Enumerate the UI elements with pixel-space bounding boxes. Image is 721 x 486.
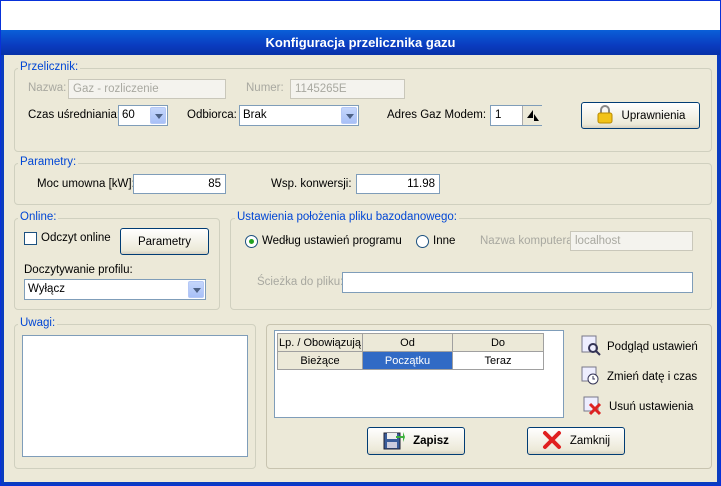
top-strip [1,1,720,30]
zapisz-button[interactable]: Zapisz [367,427,465,455]
doczyt-select[interactable]: Wyłącz [24,279,206,300]
komputer-field[interactable]: localhost [570,231,693,251]
numer-label: Numer: [246,82,284,94]
moc-label: Moc umowna [kW]: [37,178,135,190]
window-edge-right [717,55,720,485]
usun-label: Usuń ustawienia [609,400,694,413]
parametry-button[interactable]: Parametry [120,228,209,255]
sciezka-label: Ścieżka do pliku: [257,276,344,288]
spinner-arrows-icon[interactable] [522,106,542,125]
usun-button[interactable]: Usuń ustawienia [581,394,693,419]
parametry-group-label: Parametry: [18,156,79,168]
save-icon [383,430,406,453]
czas-value: 60 [122,109,135,121]
baza-group-label: Ustawienia położenia pliku bazodanowego: [235,211,459,223]
nazwa-field[interactable]: Gaz - rozliczenie [68,79,226,99]
col-header: Do [452,333,544,352]
czas-label: Czas uśredniania: [28,109,121,121]
table-cell[interactable]: Teraz [452,351,544,370]
chevron-down-icon[interactable] [341,107,357,124]
radio-inne-label: Inne [433,235,456,247]
radio-program-label: Według ustawień programu [262,235,402,247]
odbiorca-label: Odbiorca: [187,109,237,121]
odbiorca-value: Brak [243,109,267,121]
table-header-row: Lp. / Obowiązują Od Do [277,333,544,352]
adres-value: 1 [495,109,502,121]
odbiorca-select[interactable]: Brak [239,105,359,126]
zmien-button[interactable]: Zmień datę i czas [579,364,697,389]
uprawnienia-label: Uprawnienia [621,109,686,122]
online-group-label: Online: [18,211,59,223]
zapisz-label: Zapisz [413,435,449,447]
moc-field[interactable]: 85 [133,174,226,194]
table-cell[interactable]: Bieżące [277,351,363,370]
podglad-label: Podgląd ustawień [607,340,698,353]
nazwa-label: Nazwa: [28,82,67,94]
window-edge-bottom [1,482,720,485]
wsp-label: Wsp. konwersji: [271,178,352,190]
window-edge-left [1,55,4,485]
radio-inne[interactable] [416,235,429,248]
sciezka-field[interactable] [342,272,693,293]
preview-settings-icon [579,334,601,359]
uprawnienia-button[interactable]: Uprawnienia [581,102,700,129]
adres-label: Adres Gaz Modem: [387,109,487,121]
czas-select[interactable]: 60 [118,105,168,126]
chevron-down-icon[interactable] [188,281,204,298]
uwagi-group-label: Uwagi: [18,317,58,329]
main-window: Konfiguracja przelicznika gazu Przeliczn… [0,0,721,486]
zamknij-button[interactable]: Zamknij [527,427,625,455]
odczyt-label: Odczyt online [41,232,111,244]
wsp-field[interactable]: 11.98 [356,174,440,194]
zmien-label: Zmień datę i czas [607,370,698,383]
title-bar: Konfiguracja przelicznika gazu [1,30,720,55]
podglad-button[interactable]: Podgląd ustawień [579,334,698,359]
table-row[interactable]: Bieżące Początku Teraz [277,351,544,370]
ustawienia-table: Lp. / Obowiązują Od Do Bieżące Początku … [277,333,544,370]
close-icon [542,430,562,453]
ustawienia-grid: Lp. / Obowiązują Od Do Bieżące Początku … [274,330,564,418]
doczyt-value: Wyłącz [28,283,65,295]
numer-field[interactable]: 1145265E [290,79,405,99]
table-cell[interactable]: Początku [362,351,453,370]
chevron-down-icon[interactable] [150,107,166,124]
komputer-label: Nazwa komputera: [480,235,576,247]
uwagi-textarea[interactable] [22,335,248,457]
odczyt-checkbox[interactable] [24,232,37,245]
delete-settings-icon [581,394,603,419]
zamknij-label: Zamknij [569,435,611,447]
radio-program[interactable] [245,235,258,248]
col-header: Lp. / Obowiązują [277,333,363,352]
lock-icon [596,104,614,127]
col-header: Od [362,333,453,352]
doczyt-label: Doczytywanie profilu: [24,264,133,276]
przelicznik-group-label: Przelicznik: [18,61,81,73]
change-date-icon [579,364,601,389]
parametry-button-label: Parametry [137,235,192,248]
